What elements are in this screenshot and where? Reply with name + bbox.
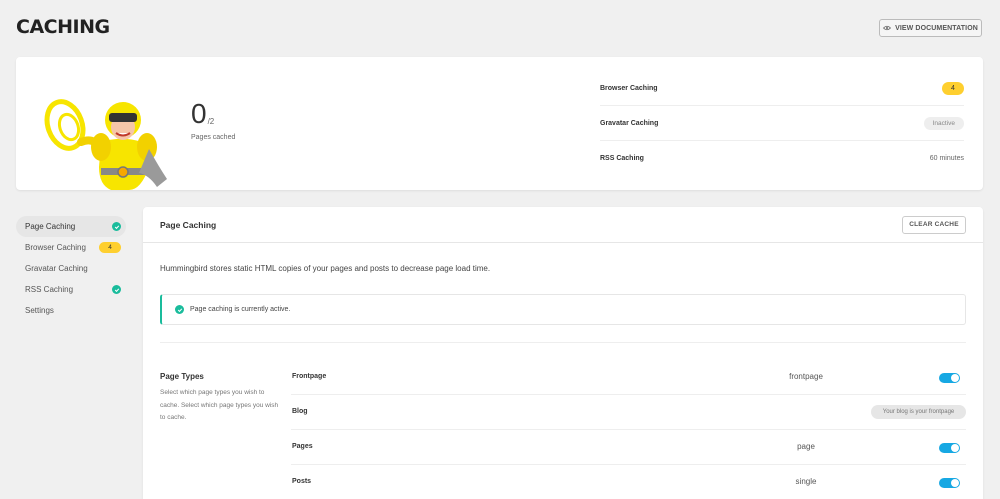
summary-row-rss-caching: RSS Caching 60 minutes — [600, 141, 964, 176]
sidebar-item-page-caching[interactable]: Page Caching — [16, 216, 126, 237]
panel-description: Hummingbird stores static HTML copies of… — [160, 264, 491, 273]
summary-list: Browser Caching 4 Gravatar Caching Inact… — [600, 71, 964, 176]
summary-label: RSS Caching — [600, 155, 644, 162]
frontpage-toggle[interactable] — [939, 373, 960, 383]
page-type-value: single — [795, 477, 817, 486]
sidebar-item-label: Gravatar Caching — [25, 264, 88, 273]
page-types-title: Page Types — [160, 372, 204, 381]
sidebar-item-label: Browser Caching — [25, 243, 86, 252]
page-types-list: Frontpage frontpage Blog Your blog is yo… — [291, 360, 966, 499]
sidebar-nav: Page Caching Browser Caching 4 Gravatar … — [16, 216, 126, 321]
check-icon — [112, 285, 121, 294]
issues-badge: 4 — [942, 81, 964, 95]
pages-cached-number: 0 — [191, 98, 207, 129]
clear-cache-button[interactable]: CLEAR CACHE — [902, 215, 966, 234]
page-type-row-blog: Blog Your blog is your frontpage — [291, 395, 966, 430]
pages-cached-count: 0 /2 — [191, 100, 214, 128]
view-documentation-label: VIEW DOCUMENTATION — [895, 24, 978, 32]
summary-value: 60 minutes — [929, 155, 964, 162]
page-type-name: Frontpage — [292, 373, 327, 380]
sidebar-item-label: RSS Caching — [25, 285, 74, 294]
check-icon — [175, 305, 184, 314]
mascot-illustration — [44, 99, 167, 190]
page-title: CACHING — [16, 16, 110, 38]
page-type-value: page — [797, 442, 815, 451]
check-icon — [112, 222, 121, 231]
blog-frontpage-pill: Your blog is your frontpage — [871, 405, 966, 419]
page-types-description: Select which page types you wish to cach… — [160, 389, 279, 421]
panel-title: Page Caching — [160, 219, 217, 230]
success-notice: Page caching is currently active. — [160, 294, 966, 325]
summary-label: Gravatar Caching — [600, 119, 659, 127]
sidebar-item-gravatar-caching[interactable]: Gravatar Caching — [16, 258, 126, 279]
page-type-name: Blog — [292, 408, 308, 415]
sidebar-item-browser-caching[interactable]: Browser Caching 4 — [16, 237, 126, 258]
page-type-value: frontpage — [789, 372, 823, 381]
summary-box: 0 /2 Pages cached Browser Caching 4 Grav… — [16, 57, 983, 190]
sidebar-item-label: Settings — [25, 306, 54, 315]
sidebar-item-rss-caching[interactable]: RSS Caching — [16, 279, 126, 300]
sidebar-item-label: Page Caching — [25, 222, 76, 231]
panel-header: Page Caching CLEAR CACHE — [143, 207, 983, 243]
pages-toggle[interactable] — [939, 443, 960, 453]
page-type-name: Posts — [292, 478, 312, 485]
sidebar-item-settings[interactable]: Settings — [16, 300, 126, 321]
pages-cached-label: Pages cached — [191, 134, 236, 141]
summary-row-gravatar-caching: Gravatar Caching Inactive — [600, 106, 964, 141]
summary-row-browser-caching: Browser Caching 4 — [600, 71, 964, 106]
status-badge: Inactive — [923, 116, 964, 130]
page-type-row-frontpage: Frontpage frontpage — [291, 360, 966, 395]
eye-icon — [883, 25, 892, 31]
page-caching-panel: Page Caching CLEAR CACHE Hummingbird sto… — [143, 207, 983, 499]
page-type-name: Pages — [292, 443, 313, 450]
pages-total-number: /2 — [207, 117, 215, 126]
summary-label: Browser Caching — [600, 84, 658, 92]
posts-toggle[interactable] — [939, 478, 960, 488]
notice-text: Page caching is currently active. — [190, 306, 291, 313]
issues-badge: 4 — [99, 242, 121, 253]
page-type-row-posts: Posts single — [291, 465, 966, 499]
divider — [160, 342, 966, 343]
view-documentation-button[interactable]: VIEW DOCUMENTATION — [879, 19, 982, 37]
page-type-row-pages: Pages page — [291, 430, 966, 465]
